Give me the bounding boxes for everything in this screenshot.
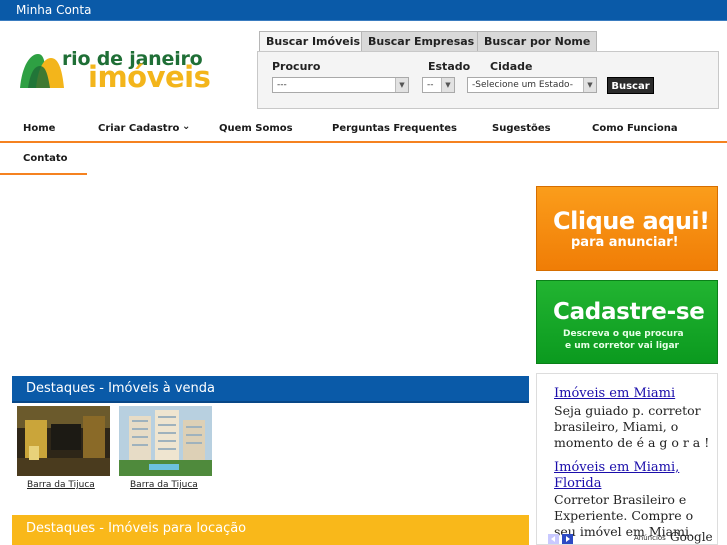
anunciar-banner-title: Clique aqui!: [553, 207, 710, 235]
chevron-down-icon: ▼: [583, 78, 596, 92]
buscar-button[interactable]: Buscar: [607, 77, 654, 94]
anunciar-banner[interactable]: Clique aqui! para anunciar!: [536, 186, 718, 271]
property-caption[interactable]: Barra da Tijuca: [27, 480, 95, 490]
procuro-select[interactable]: --- ▼: [272, 77, 409, 93]
property-caption[interactable]: Barra da Tijuca: [130, 480, 198, 490]
chevron-down-icon: ▼: [441, 78, 454, 92]
destaques-venda-header: Destaques - Imóveis à venda: [12, 376, 529, 403]
interior-photo-icon: [17, 406, 110, 476]
cidade-select-value: -Selecione um Estado-: [472, 80, 573, 90]
google-ads-box: Imóveis em Miami Seja guiado p. corretor…: [536, 373, 718, 545]
anunciar-banner-subtitle: para anunciar!: [571, 235, 679, 250]
logo-line2: imóveis: [88, 60, 211, 94]
main-nav-row2: Contato: [0, 145, 87, 175]
ad-text: Seja guiado p. corretor brasileiro, Miam…: [554, 403, 710, 450]
minha-conta-link[interactable]: Minha Conta: [16, 3, 91, 17]
ad-title[interactable]: Imóveis em Miami, Florida: [554, 460, 704, 492]
chevron-down-icon[interactable]: ⌄: [182, 121, 190, 132]
cadastre-banner[interactable]: Cadastre-se Descreva o que procura e um …: [536, 280, 718, 364]
ads-footer-label: Anúncios: [634, 534, 666, 542]
destaques-locacao-header: Destaques - Imóveis para locação: [12, 515, 529, 545]
nav-criar-cadastro[interactable]: Criar Cadastro: [98, 123, 179, 134]
ads-footer-brand[interactable]: Google: [670, 530, 713, 544]
cadastre-banner-line2: Descreva o que procura: [563, 329, 684, 339]
nav-contato[interactable]: Contato: [23, 153, 68, 164]
search-panel: Procuro Estado Cidade --- ▼ -- ▼ -Seleci…: [257, 51, 719, 109]
procuro-select-value: ---: [277, 80, 287, 90]
ad-prev-icon[interactable]: [548, 534, 559, 544]
cidade-label: Cidade: [490, 60, 533, 73]
nav-perguntas-frequentes[interactable]: Perguntas Frequentes: [332, 123, 457, 134]
ad-title[interactable]: Imóveis em Miami: [554, 386, 675, 401]
estado-select-value: --: [427, 80, 434, 90]
building-photo-icon: [119, 406, 212, 476]
tab-buscar-por-nome[interactable]: Buscar por Nome: [477, 31, 598, 51]
tab-buscar-empresas[interactable]: Buscar Empresas: [361, 31, 482, 51]
ad-next-icon[interactable]: [562, 534, 573, 544]
site-logo[interactable]: rio de janeiro imóveis: [20, 46, 220, 96]
destaques-venda-title: Destaques - Imóveis à venda: [26, 381, 215, 396]
tab-buscar-imoveis[interactable]: Buscar Imóveis: [259, 31, 368, 52]
estado-select[interactable]: -- ▼: [422, 77, 455, 93]
cidade-select[interactable]: -Selecione um Estado- ▼: [467, 77, 597, 93]
procuro-label: Procuro: [272, 60, 321, 73]
destaques-locacao-title: Destaques - Imóveis para locação: [26, 521, 247, 536]
main-nav: Home Criar Cadastro ⌄ Quem Somos Pergunt…: [0, 115, 727, 143]
cadastre-banner-line3: e um corretor vai ligar: [565, 341, 679, 351]
property-photo[interactable]: [119, 406, 212, 476]
search-widget: Buscar Imóveis Buscar Empresas Buscar po…: [257, 31, 719, 109]
property-photo[interactable]: [17, 406, 110, 476]
cadastre-banner-title: Cadastre-se: [553, 299, 705, 325]
estado-label: Estado: [428, 60, 471, 73]
chevron-down-icon: ▼: [395, 78, 408, 92]
nav-sugestoes[interactable]: Sugestões: [492, 123, 551, 134]
nav-quem-somos[interactable]: Quem Somos: [219, 123, 293, 134]
top-bar: Minha Conta: [0, 0, 727, 21]
nav-como-funciona[interactable]: Como Funciona: [592, 123, 678, 134]
mountain-logo-icon: [20, 54, 64, 88]
nav-home[interactable]: Home: [23, 123, 55, 134]
